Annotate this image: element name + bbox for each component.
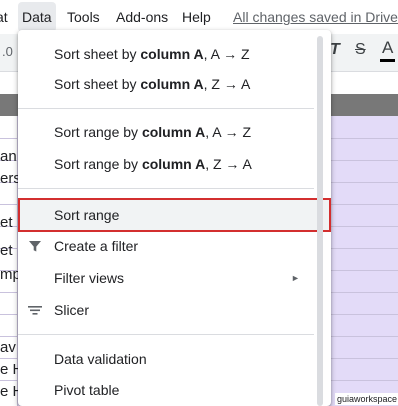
cell-text[interactable]: av [0, 339, 16, 357]
watermark: guiaworkspace [335, 393, 398, 405]
menu-item-label: Sort sheet by column A, Z → A [54, 76, 251, 92]
filter-icon [29, 241, 41, 252]
data-validation-item[interactable]: Data validation [18, 343, 331, 375]
menu-item-label: Pivot table [54, 382, 120, 398]
menu-scrollbar[interactable] [317, 36, 323, 406]
menu-bar: at Data Tools Add-ons Help All changes s… [0, 0, 398, 34]
menu-separator [18, 188, 314, 189]
menu-item-label: Sort range by column A, Z → A [54, 156, 252, 172]
menu-item-label: Data validation [54, 351, 147, 367]
sort-range-item[interactable]: Sort range [18, 198, 331, 232]
cell-text[interactable]: et [0, 242, 13, 260]
create-filter-item[interactable]: Create a filter [18, 230, 331, 262]
menu-item-label: Slicer [54, 302, 90, 318]
menu-item-label: Filter views [54, 270, 125, 286]
sort-sheet-a-z-item[interactable]: Sort sheet by column A, A → Z [18, 38, 331, 70]
text-color-icon[interactable]: A [380, 37, 396, 62]
menu-item-label: Sort range by column A, A → Z [54, 124, 252, 140]
menu-item-label: Sort range [54, 207, 120, 223]
menu-add-ons[interactable]: Add-ons [116, 8, 168, 26]
sort-sheet-z-a-item[interactable]: Sort sheet by column A, Z → A [18, 68, 331, 100]
sort-range-z-a-item[interactable]: Sort range by column A, Z → A [18, 148, 331, 180]
cell-text[interactable]: et [0, 214, 13, 232]
menu-separator [18, 334, 314, 335]
menu-tools[interactable]: Tools [67, 8, 100, 26]
menu-help[interactable]: Help [182, 8, 211, 26]
filter-views-item[interactable]: Filter views ► [18, 262, 331, 294]
submenu-arrow-icon: ► [291, 273, 300, 283]
data-menu-dropdown: Sort sheet by column A, A → Z Sort sheet… [18, 30, 331, 406]
slicer-item[interactable]: Slicer [18, 294, 331, 326]
sort-range-a-z-item[interactable]: Sort range by column A, A → Z [18, 116, 331, 148]
italic-icon[interactable]: T [330, 41, 340, 59]
strikethrough-icon[interactable]: S [355, 41, 366, 59]
menu-data[interactable]: Data [18, 2, 56, 32]
save-status-link[interactable]: All changes saved in Drive [233, 8, 398, 26]
zoom-select[interactable]: .0 [2, 44, 13, 59]
cell-text[interactable]: an [0, 148, 17, 166]
menu-item-label: Create a filter [54, 238, 139, 254]
menu-item-label: Sort sheet by column A, A → Z [54, 46, 250, 62]
pivot-table-item[interactable]: Pivot table [18, 374, 331, 406]
menu-separator [18, 108, 314, 109]
menu-format[interactable]: at [0, 8, 8, 26]
slicer-icon [28, 306, 42, 315]
